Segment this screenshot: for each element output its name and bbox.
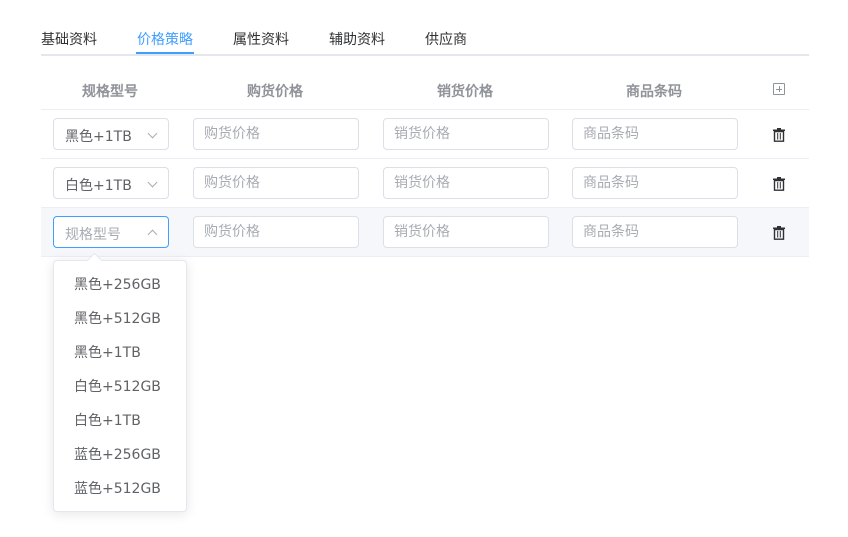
header-purchase-price: 购货价格: [247, 84, 303, 100]
header-barcode: 商品条码: [626, 84, 682, 100]
trash-icon[interactable]: [773, 128, 785, 142]
active-tab-indicator: [136, 52, 194, 54]
dropdown-option[interactable]: 白色+512GB: [54, 370, 186, 404]
sale-price-input[interactable]: [383, 118, 549, 150]
tab-price-strategy[interactable]: 价格策略: [137, 29, 193, 49]
dropdown-option[interactable]: 黑色+256GB: [54, 268, 186, 302]
chevron-up-icon: [147, 229, 158, 240]
plus-square-icon[interactable]: [773, 83, 785, 95]
chevron-down-icon: [147, 177, 158, 188]
barcode-input[interactable]: [572, 118, 738, 150]
purchase-price-input[interactable]: [193, 216, 359, 248]
spec-select-value: 白色+1TB: [65, 178, 132, 194]
header-spec: 规格型号: [82, 84, 138, 100]
purchase-price-input[interactable]: [193, 118, 359, 150]
trash-icon[interactable]: [773, 226, 785, 240]
spec-dropdown-menu: 黑色+256GB 黑色+512GB 黑色+1TB 白色+512GB 白色+1TB…: [53, 260, 187, 512]
dropdown-option[interactable]: 黑色+1TB: [54, 336, 186, 370]
tab-attributes[interactable]: 属性资料: [233, 29, 289, 49]
dropdown-option[interactable]: 白色+1TB: [54, 404, 186, 438]
dropdown-option[interactable]: 蓝色+256GB: [54, 438, 186, 472]
purchase-price-input[interactable]: [193, 167, 359, 199]
spec-select[interactable]: 白色+1TB: [53, 167, 169, 199]
spec-select-value: 黑色+1TB: [65, 129, 132, 145]
table-header: 规格型号 购货价格 销货价格 商品条码: [41, 70, 809, 110]
barcode-input[interactable]: [572, 167, 738, 199]
trash-icon[interactable]: [773, 177, 785, 191]
tab-basic-info[interactable]: 基础资料: [41, 29, 97, 49]
header-sale-price: 销货价格: [437, 84, 493, 100]
spec-select[interactable]: 规格型号: [53, 216, 169, 248]
sale-price-input[interactable]: [383, 167, 549, 199]
price-table: 规格型号 购货价格 销货价格 商品条码 黑色+1TB 白色+1TB: [41, 70, 809, 257]
chevron-down-icon: [147, 128, 158, 139]
table-row: 规格型号: [41, 208, 809, 257]
table-row: 白色+1TB: [41, 159, 809, 208]
spec-select[interactable]: 黑色+1TB: [53, 118, 169, 150]
barcode-input[interactable]: [572, 216, 738, 248]
sale-price-input[interactable]: [383, 216, 549, 248]
tab-supplier[interactable]: 供应商: [425, 29, 467, 49]
spec-select-placeholder: 规格型号: [65, 227, 121, 243]
tab-auxiliary[interactable]: 辅助资料: [329, 29, 385, 49]
dropdown-option[interactable]: 蓝色+512GB: [54, 472, 186, 506]
table-row: 黑色+1TB: [41, 110, 809, 159]
tab-bar: 基础资料 价格策略 属性资料 辅助资料 供应商: [41, 22, 809, 56]
dropdown-option[interactable]: 黑色+512GB: [54, 302, 186, 336]
